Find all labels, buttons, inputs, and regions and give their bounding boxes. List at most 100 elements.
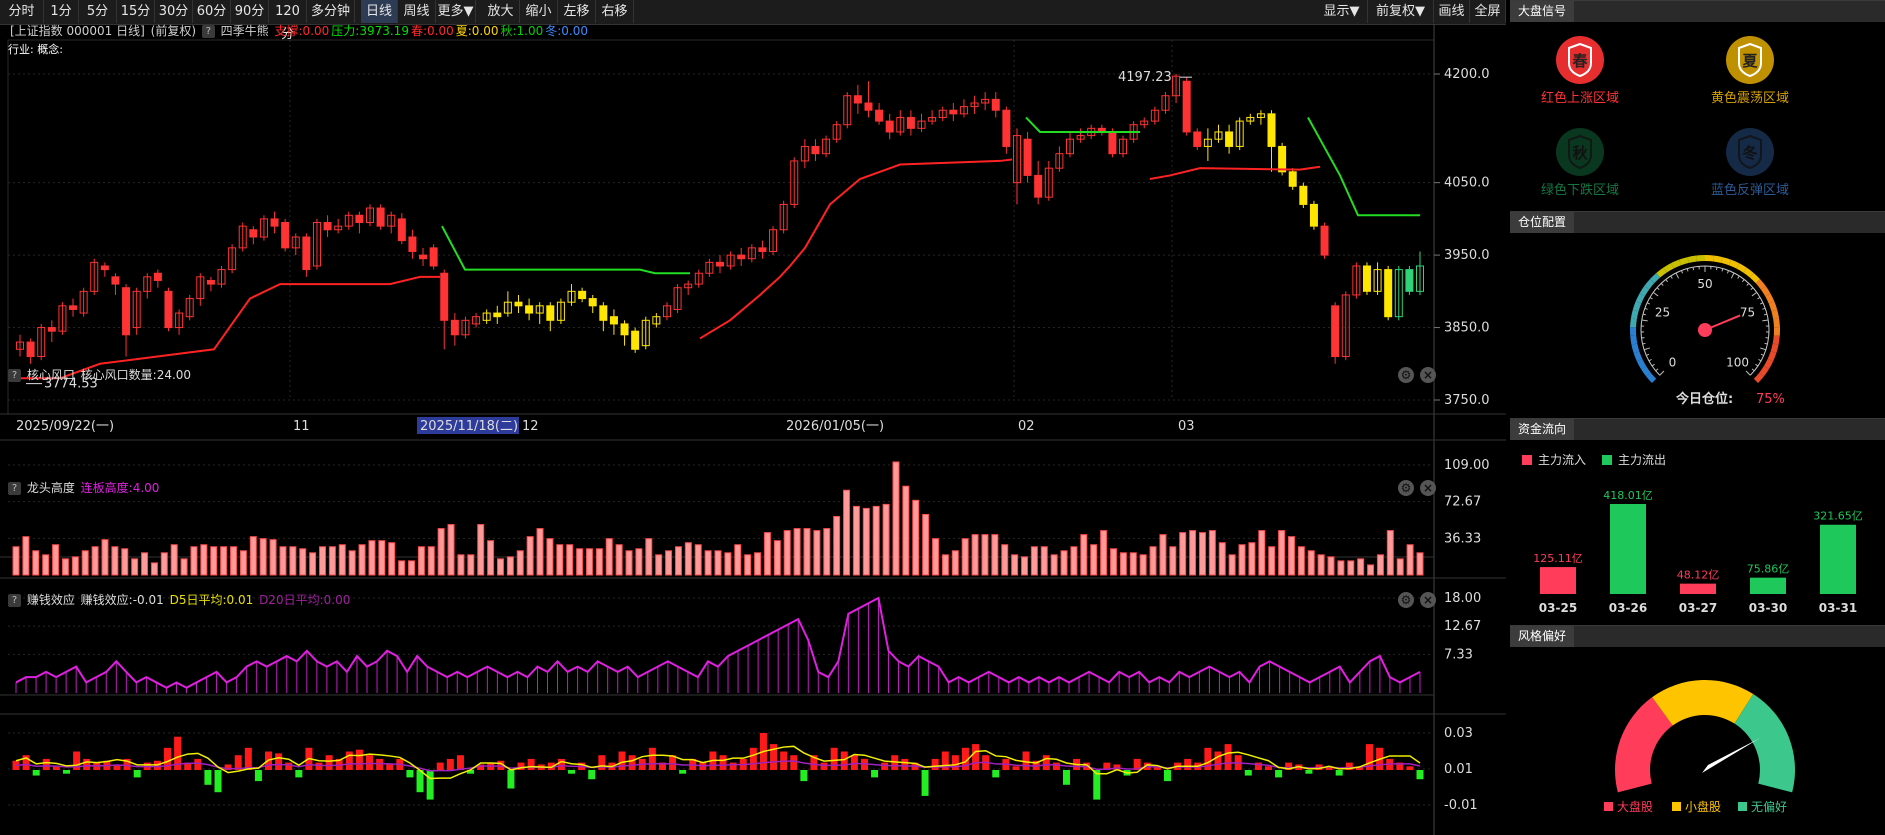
core-wind-bar <box>536 528 544 576</box>
gauge-arc <box>1760 285 1771 297</box>
gauge-tick-label: 0 <box>1669 356 1677 370</box>
capital-bar-label: 48.12亿 <box>1677 569 1720 582</box>
panel1-settings-icon[interactable]: ⚙ <box>1398 367 1414 383</box>
core-wind-bar <box>496 558 504 576</box>
core-wind-bar <box>477 524 485 576</box>
gauge-tick <box>1644 307 1648 310</box>
panel3-close-icon[interactable]: × <box>1420 592 1436 608</box>
resistance-line <box>1025 116 1140 133</box>
legend-label-out: 主力流出 <box>1618 453 1666 467</box>
core-wind-bar <box>744 554 752 576</box>
profit-effect-bar <box>285 762 293 770</box>
profit-effect-bar <box>355 749 363 770</box>
core-wind-bar <box>239 550 247 576</box>
gauge-tick <box>1762 319 1769 322</box>
core-wind-bar <box>1337 560 1345 576</box>
core-wind-bar <box>1159 534 1167 576</box>
profit-effect-bar <box>588 770 596 780</box>
candlestick-chart[interactable]: 4200.0 4050.0 3950.0 3850.0 3750.0 2025/09/22… <box>0 0 1506 835</box>
panel2-settings-icon[interactable]: ⚙ <box>1398 480 1414 496</box>
gauge-tick-label: 100 <box>1726 356 1749 370</box>
y-tick-label: 4200.0 <box>1444 67 1490 82</box>
gauge-tick <box>1764 342 1768 345</box>
gauge-arc <box>1641 366 1651 377</box>
profit-effect-bar <box>456 755 464 770</box>
candle-body <box>620 323 629 336</box>
core-wind-bar <box>615 544 623 576</box>
gauge-tick <box>1652 291 1659 297</box>
date-label: 02 <box>1018 419 1035 434</box>
profit-effect-bar <box>992 770 1000 778</box>
profit-effect-bar <box>1244 770 1252 776</box>
core-wind-bar <box>210 546 218 576</box>
candle-body <box>1320 225 1329 256</box>
profit-effect-bar <box>32 770 40 776</box>
profit-effect-bar <box>820 762 828 770</box>
help-icon[interactable]: ? <box>8 369 21 382</box>
core-wind-bar <box>180 558 188 576</box>
gauge-tick <box>1737 275 1740 279</box>
gauge-arc <box>1649 272 1661 284</box>
season-label: 蓝色反弹区域 <box>1711 182 1789 198</box>
gauge-tick <box>1680 270 1684 274</box>
core-wind-bar <box>734 544 742 576</box>
profit-effect-bar <box>1163 770 1171 782</box>
panel1-close-icon[interactable]: × <box>1420 367 1436 383</box>
panel3-settings-icon[interactable]: ⚙ <box>1398 592 1414 608</box>
core-wind-bar <box>635 548 643 576</box>
core-wind-bar <box>1100 530 1108 576</box>
y-tick-label: 3850.0 <box>1444 321 1490 336</box>
gauge-tick <box>1656 287 1660 291</box>
candle-body <box>376 207 385 227</box>
capital-bar <box>1610 504 1646 594</box>
core-wind-bar <box>665 550 673 576</box>
profit-effect-bar <box>1305 770 1313 774</box>
gauge-tick <box>1642 313 1647 316</box>
gauge-arc <box>1749 272 1761 284</box>
core-wind-bar <box>388 542 396 576</box>
candle-body <box>249 229 258 238</box>
core-wind-bar <box>951 550 959 576</box>
profit-effect-bar <box>345 751 353 770</box>
y-tick-label: 72.67 <box>1444 495 1481 510</box>
candle-body <box>1384 269 1393 318</box>
panel2-close-icon[interactable]: × <box>1420 480 1436 496</box>
core-wind-bar <box>813 530 821 576</box>
core-wind-bar <box>862 507 870 576</box>
gauge-tick <box>1759 302 1764 305</box>
core-wind-bar <box>526 536 534 576</box>
core-wind-bar <box>981 534 989 576</box>
capital-bar-label: 75.86亿 <box>1747 563 1790 576</box>
panel1-header: ? 核心风口 核心风口数量:24.00 <box>8 365 193 385</box>
gauge-arc <box>1646 372 1657 384</box>
core-wind-bar <box>902 485 910 576</box>
support-line <box>699 158 1013 340</box>
profit-effect-bar <box>194 758 202 770</box>
profit-effect-bar <box>1214 751 1222 770</box>
core-wind-bar <box>1297 546 1305 576</box>
profit-effect-bar <box>921 770 929 796</box>
candle-body <box>599 305 608 321</box>
candle-body <box>281 222 290 249</box>
profit-effect-bar <box>376 758 384 770</box>
gauge-tick <box>1641 319 1648 322</box>
core-wind-bar <box>378 540 386 576</box>
candle-body <box>875 109 884 122</box>
candle-body <box>26 341 35 358</box>
core-wind-bar <box>595 548 603 576</box>
help-icon[interactable]: ? <box>8 482 21 495</box>
core-wind-bar <box>249 536 257 576</box>
help-icon[interactable]: ? <box>8 594 21 607</box>
core-wind-bar <box>289 546 297 576</box>
style-legend-label: 小盘股 <box>1685 799 1721 814</box>
candle-body <box>525 305 534 314</box>
core-wind-bar <box>141 552 149 576</box>
candle-body <box>69 305 78 310</box>
candle-body <box>578 290 587 300</box>
profit-effect-bar <box>366 755 374 770</box>
season-char: 春 <box>1572 52 1587 70</box>
profit-effect-bar <box>204 770 212 785</box>
core-wind-bar <box>299 548 307 576</box>
core-wind-bar <box>230 546 238 576</box>
profit-effect-bar <box>1406 766 1414 770</box>
